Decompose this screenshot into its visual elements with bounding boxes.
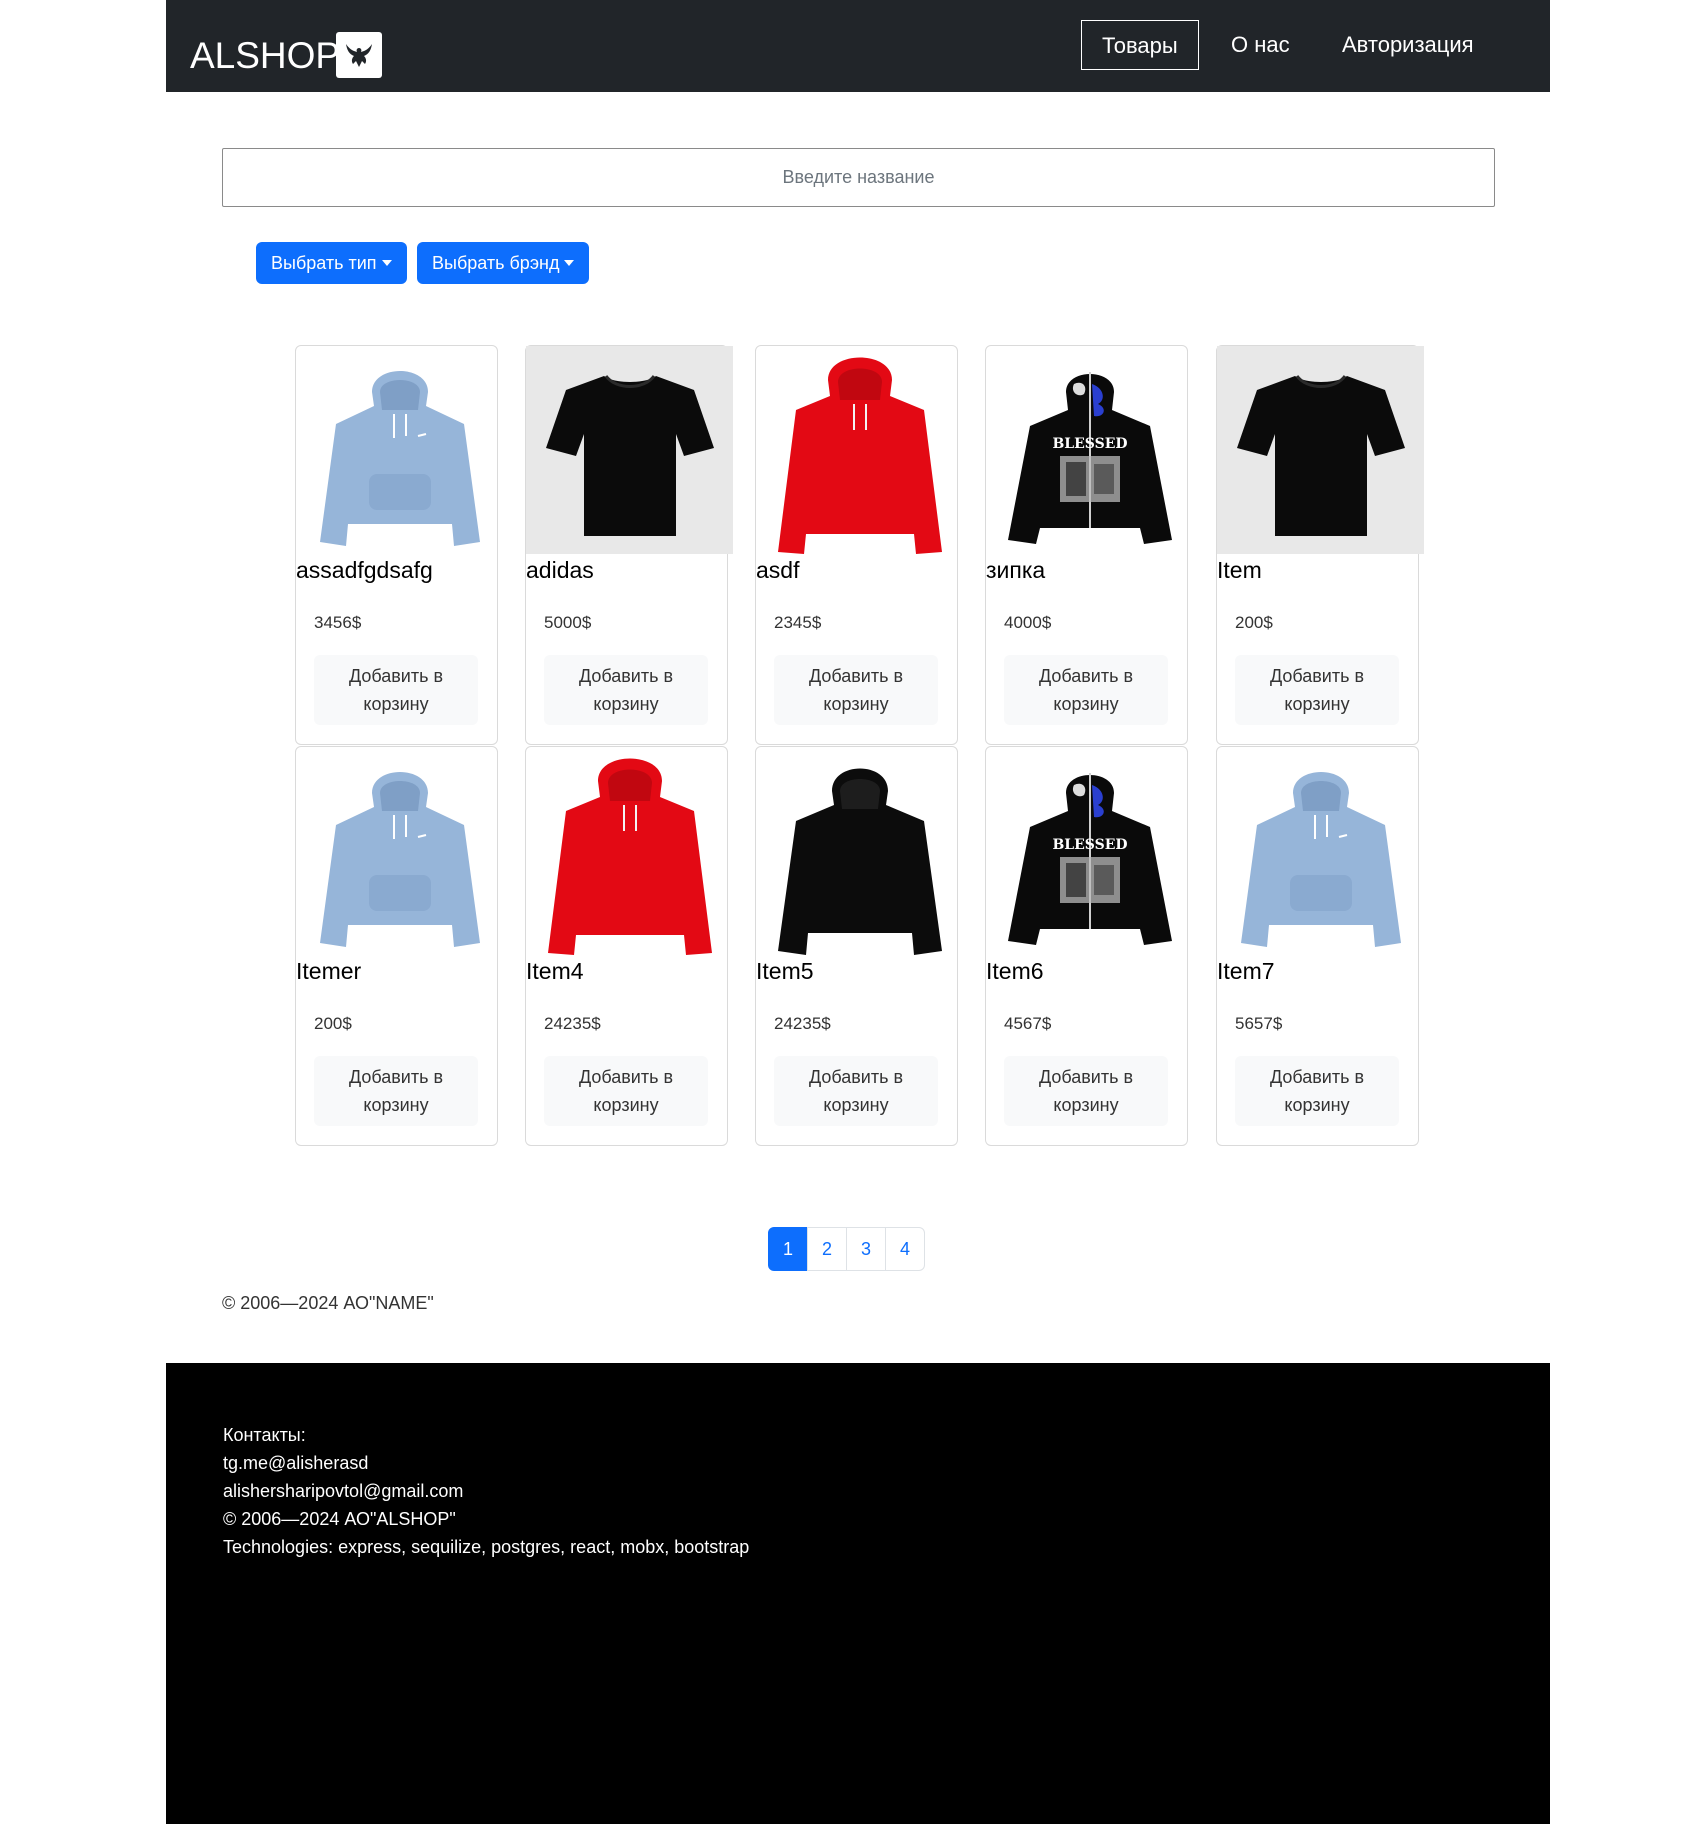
add-to-cart-button[interactable]: Добавить в корзину	[314, 1056, 478, 1126]
product-price: 4000$	[1004, 613, 1052, 632]
product-name: asdf	[756, 557, 800, 583]
product-name: зипка	[986, 557, 1046, 583]
add-to-cart-button[interactable]: Добавить в корзину	[1235, 655, 1399, 725]
page-link-3[interactable]: 3	[846, 1227, 886, 1271]
caret-down-icon	[381, 260, 392, 266]
product-price: 200$	[1235, 613, 1273, 632]
product-name: Item6	[986, 958, 1044, 984]
add-to-cart-label: Добавить в корзину	[578, 1067, 674, 1115]
product-image[interactable]	[526, 346, 733, 554]
add-to-cart-button[interactable]: Добавить в корзину	[1235, 1056, 1399, 1126]
product-price: 200$	[314, 1014, 352, 1033]
product-name: Item5	[756, 958, 814, 984]
svg-text:BLESSED: BLESSED	[1052, 436, 1127, 452]
product-card[interactable]: BLESSED зипка 4000$ Добавить в корзину	[985, 345, 1188, 745]
nav-link-about[interactable]: О нас	[1231, 20, 1290, 70]
product-card[interactable]: asdf 2345$ Добавить в корзину	[755, 345, 958, 745]
product-name: Item7	[1217, 958, 1275, 984]
page-link-4[interactable]: 4	[885, 1227, 925, 1271]
product-image[interactable]	[526, 747, 733, 955]
add-to-cart-button[interactable]: Добавить в корзину	[774, 1056, 938, 1126]
eagle-logo-icon[interactable]	[336, 32, 382, 78]
footer-contacts-label: Контакты:	[223, 1425, 306, 1445]
product-card[interactable]: assadfgdsafg 3456$ Добавить в корзину	[295, 345, 498, 745]
product-price: 24235$	[544, 1014, 601, 1033]
caret-down-icon	[564, 260, 575, 266]
add-to-cart-label: Добавить в корзину	[348, 666, 444, 714]
product-image[interactable]	[1217, 346, 1424, 554]
page-link-1[interactable]: 1	[768, 1227, 808, 1271]
product-name: Item	[1217, 557, 1262, 583]
navbar: ALSHOP Товары О нас Авторизация	[166, 0, 1550, 92]
product-name: adidas	[526, 557, 594, 583]
product-price: 4567$	[1004, 1014, 1052, 1033]
add-to-cart-label: Добавить в корзину	[1269, 1067, 1365, 1115]
product-price: 24235$	[774, 1014, 831, 1033]
product-image[interactable]: BLESSED	[986, 346, 1193, 554]
product-card[interactable]: Itemer 200$ Добавить в корзину	[295, 746, 498, 1146]
search-input[interactable]	[222, 148, 1495, 207]
footer-copyright: © 2006—2024 АО"ALSHOP"	[223, 1509, 456, 1529]
product-image[interactable]	[756, 346, 963, 554]
product-name: Item4	[526, 958, 584, 984]
product-image[interactable]	[756, 747, 963, 955]
pagination: 1 2 3 4	[768, 1227, 925, 1271]
product-image[interactable]: BLESSED	[986, 747, 1193, 955]
product-image[interactable]	[1217, 747, 1424, 955]
product-name: assadfgdsafg	[296, 557, 433, 583]
add-to-cart-label: Добавить в корзину	[808, 1067, 904, 1115]
footer: Контакты: tg.me@alisherasd alishersharip…	[166, 1363, 1550, 1824]
brand-dropdown-label: Выбрать брэнд	[432, 253, 560, 273]
brand-name[interactable]: ALSHOP	[190, 34, 340, 78]
product-card[interactable]: BLESSED Item6 4567$ Добавить в корзину	[985, 746, 1188, 1146]
product-image[interactable]	[296, 346, 503, 554]
add-to-cart-label: Добавить в корзину	[1038, 1067, 1134, 1115]
footer-telegram: tg.me@alisherasd	[223, 1453, 369, 1473]
product-price: 2345$	[774, 613, 822, 632]
product-card[interactable]: adidas 5000$ Добавить в корзину	[525, 345, 733, 745]
add-to-cart-button[interactable]: Добавить в корзину	[544, 655, 708, 725]
page-copyright: © 2006—2024 АО"NAME"	[222, 1293, 434, 1313]
add-to-cart-button[interactable]: Добавить в корзину	[774, 655, 938, 725]
type-dropdown-label: Выбрать тип	[271, 253, 377, 273]
add-to-cart-label: Добавить в корзину	[808, 666, 904, 714]
product-card[interactable]: Item7 5657$ Добавить в корзину	[1216, 746, 1419, 1146]
nav-link-products[interactable]: Товары	[1081, 20, 1199, 70]
product-price: 3456$	[314, 613, 362, 632]
add-to-cart-button[interactable]: Добавить в корзину	[1004, 655, 1168, 725]
product-card[interactable]: Item 200$ Добавить в корзину	[1216, 345, 1424, 745]
add-to-cart-label: Добавить в корзину	[348, 1067, 444, 1115]
product-price: 5657$	[1235, 1014, 1283, 1033]
page-link-2[interactable]: 2	[807, 1227, 847, 1271]
brand-dropdown-button[interactable]: Выбрать брэнд	[417, 242, 590, 284]
add-to-cart-label: Добавить в корзину	[578, 666, 674, 714]
svg-text:BLESSED: BLESSED	[1052, 837, 1127, 853]
product-price: 5000$	[544, 613, 592, 632]
nav-link-login[interactable]: Авторизация	[1342, 20, 1474, 70]
add-to-cart-button[interactable]: Добавить в корзину	[544, 1056, 708, 1126]
add-to-cart-label: Добавить в корзину	[1038, 666, 1134, 714]
product-name: Itemer	[296, 958, 362, 984]
product-image[interactable]	[296, 747, 503, 955]
footer-technologies: Technologies: express, sequilize, postgr…	[223, 1537, 750, 1557]
add-to-cart-label: Добавить в корзину	[1269, 666, 1365, 714]
product-card[interactable]: Item4 24235$ Добавить в корзину	[525, 746, 728, 1146]
footer-email: alishersharipovtol@gmail.com	[223, 1481, 464, 1501]
product-card[interactable]: Item5 24235$ Добавить в корзину	[755, 746, 958, 1146]
type-dropdown-button[interactable]: Выбрать тип	[256, 242, 407, 284]
add-to-cart-button[interactable]: Добавить в корзину	[314, 655, 478, 725]
add-to-cart-button[interactable]: Добавить в корзину	[1004, 1056, 1168, 1126]
